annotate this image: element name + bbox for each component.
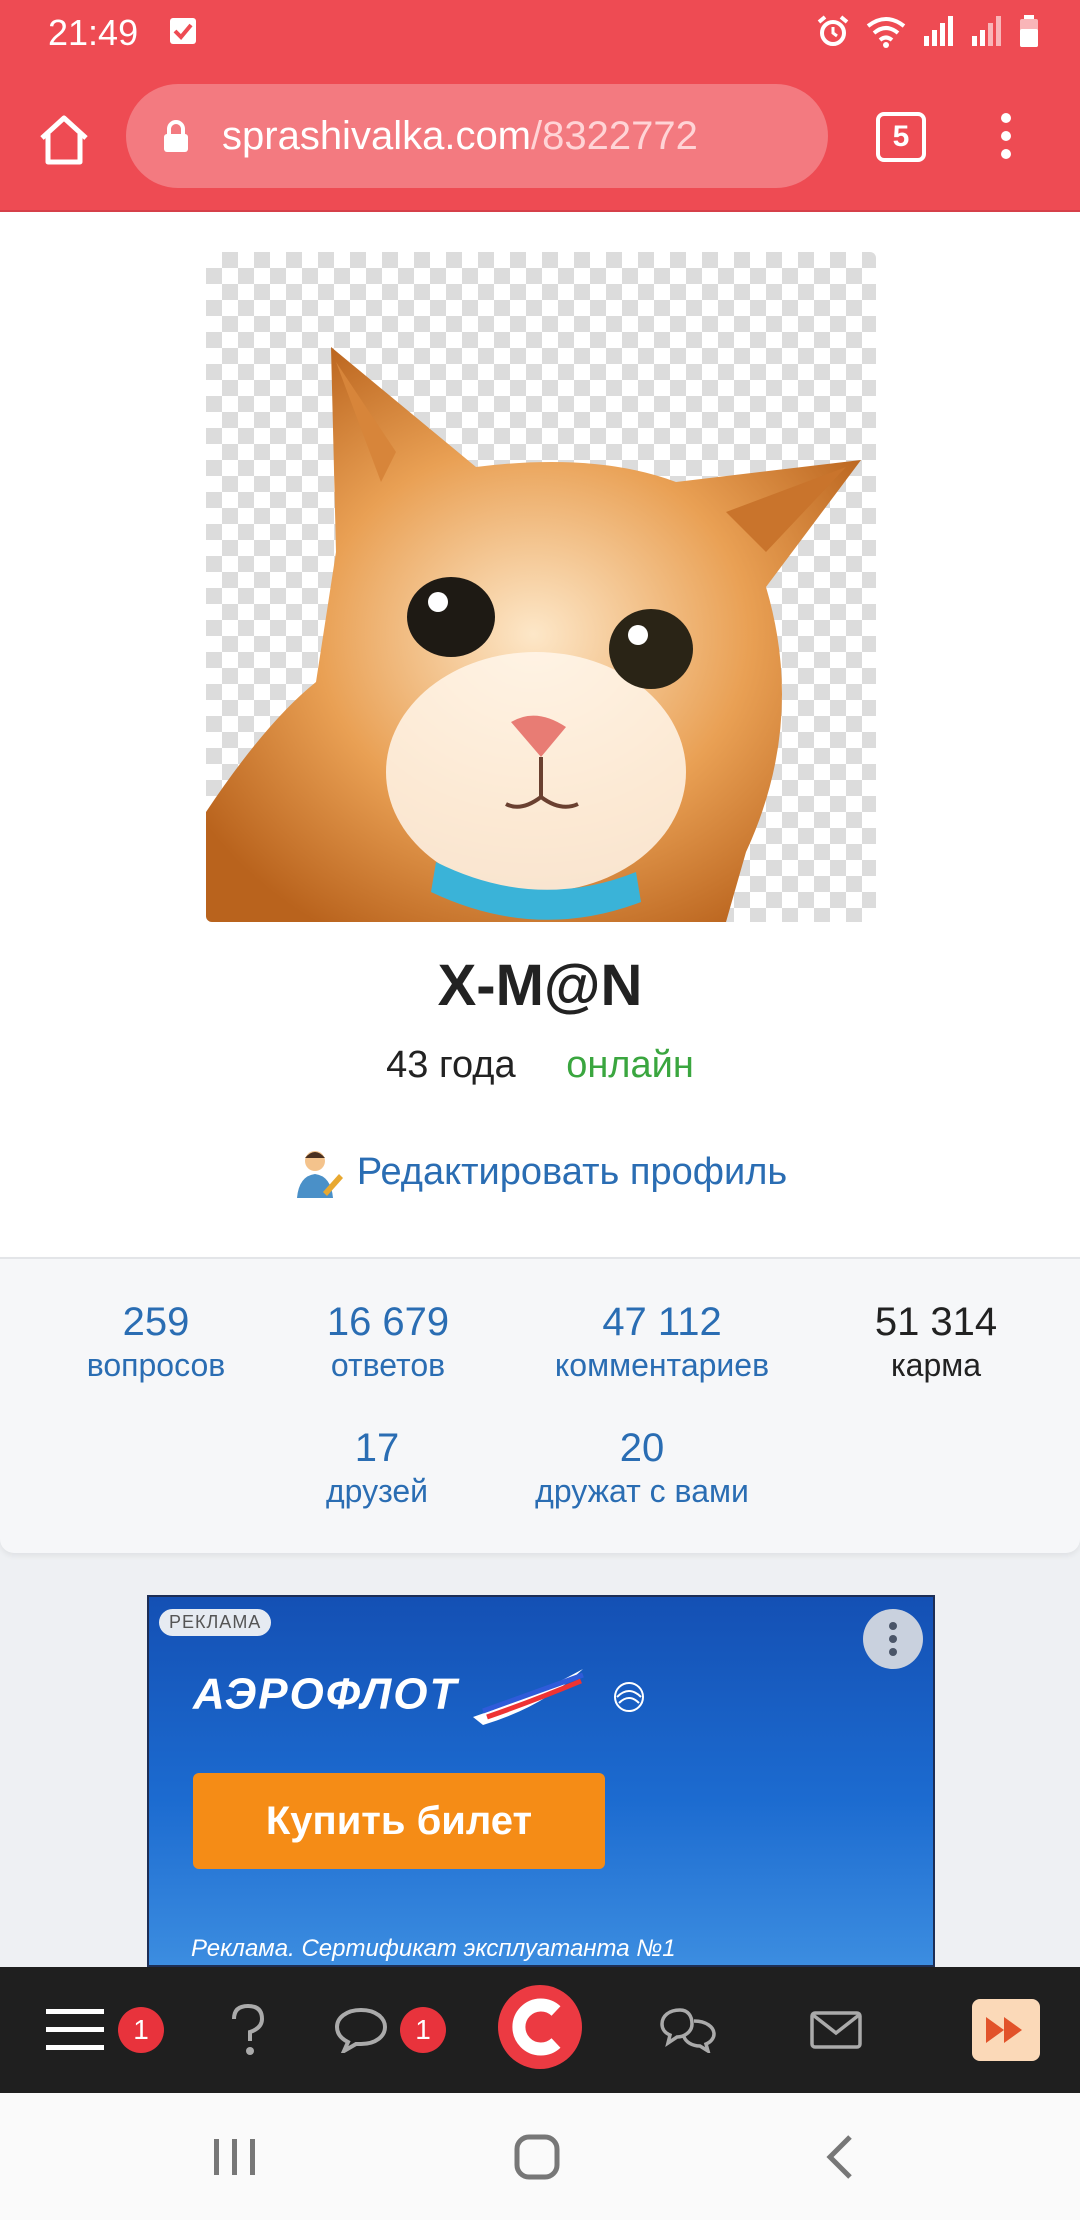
stat-value: 17: [354, 1426, 400, 1470]
chat-button[interactable]: 1: [334, 1967, 454, 2093]
menu-button[interactable]: 1: [40, 1967, 164, 2093]
lock-icon: [164, 120, 188, 152]
stat-value: 47 112: [602, 1300, 722, 1344]
ad-disclaimer: Реклама. Сертификат эксплуатанта №1: [191, 1935, 676, 1962]
mail-icon: [810, 2011, 862, 2049]
menu-badge: 1: [118, 2007, 164, 2053]
edit-profile-link[interactable]: Редактировать профиль: [0, 1148, 1080, 1200]
chat-icon: [334, 2007, 388, 2053]
home-icon: [40, 115, 88, 165]
ad-brand: АЭРОФЛОТ: [193, 1667, 651, 1727]
ad-tag: РЕКЛАМА: [159, 1609, 272, 1636]
stat-label: комментариев: [554, 1347, 770, 1383]
stat-label: вопросов: [86, 1347, 226, 1383]
ad-banner[interactable]: РЕКЛАМА АЭРОФЛОТ Купить билет Реклама. С…: [147, 1595, 935, 1967]
stat-comments[interactable]: 47 112 комментариев: [522, 1299, 802, 1385]
stat-followers[interactable]: 20 дружат с вами: [502, 1425, 782, 1511]
stat-answers[interactable]: 16 679 ответов: [288, 1299, 488, 1385]
edit-profile-label: Редактировать профиль: [356, 1151, 788, 1194]
stat-value: 16 679: [326, 1300, 450, 1344]
system-nav-bar: [0, 2093, 1080, 2220]
buy-ticket-button[interactable]: Купить билет: [193, 1773, 605, 1869]
alarm-icon: [817, 15, 849, 46]
signal-icon: [924, 16, 953, 46]
question-icon: [232, 2003, 265, 2055]
stat-label: карма: [890, 1347, 982, 1383]
back-icon[interactable]: [822, 2133, 858, 2181]
stat-questions[interactable]: 259 вопросов: [56, 1299, 256, 1385]
stat-value: 51 314: [874, 1300, 998, 1344]
stat-friends[interactable]: 17 друзей: [277, 1425, 477, 1511]
tabs-button[interactable]: 5: [876, 112, 926, 162]
profile-card: X-M@N 43 года онлайн Редактировать профи…: [0, 212, 1080, 1257]
stat-value: 20: [619, 1426, 665, 1470]
chat-badge: 1: [400, 2007, 446, 2053]
more-icon: [1001, 113, 1011, 159]
cat-avatar-image: [206, 347, 861, 922]
notification-check-icon: [170, 18, 196, 44]
signal-2-icon: [972, 16, 1001, 46]
home-nav-icon[interactable]: [513, 2133, 561, 2181]
questions-button[interactable]: [222, 1967, 272, 2093]
fast-forward-icon: [986, 2017, 1022, 2043]
stat-value: 259: [122, 1300, 190, 1344]
person-editing-icon: [293, 1148, 343, 1200]
status-bar: 21:49: [0, 0, 1080, 66]
address-bar[interactable]: sprashivalka.com/8322772: [126, 84, 828, 188]
home-button[interactable]: [34, 110, 94, 170]
status-time: 21:49: [48, 12, 139, 53]
browser-toolbar: sprashivalka.com/8322772 5: [0, 66, 1080, 212]
more-menu-button[interactable]: [990, 106, 1022, 166]
skyteam-icon: [613, 1682, 644, 1712]
url-path: /8322772: [531, 114, 698, 158]
aeroflot-wing-icon: [472, 1669, 584, 1725]
avatar[interactable]: [206, 252, 876, 922]
url-text: sprashivalka.com/8322772: [222, 114, 698, 159]
url-host: sprashivalka.com: [222, 114, 532, 158]
conversations-icon: [660, 2008, 716, 2053]
fast-forward-button[interactable]: [972, 1999, 1040, 2061]
status-icons: [816, 14, 1040, 48]
logo-icon: [512, 1998, 561, 2056]
ad-brand-name: АЭРОФЛОТ: [193, 1669, 459, 1719]
mail-button[interactable]: [810, 1967, 862, 2093]
wifi-icon: [866, 17, 906, 48]
online-status: онлайн: [566, 1044, 694, 1086]
stat-karma: 51 314 карма: [836, 1299, 1036, 1385]
site-toolbar: 1 1: [0, 1967, 1080, 2093]
stat-label: друзей: [325, 1473, 429, 1509]
profile-stats: 259 вопросов 16 679 ответов 47 112 комме…: [0, 1257, 1080, 1553]
username: X-M@N: [437, 953, 643, 1018]
recents-icon[interactable]: [210, 2135, 260, 2179]
user-age: 43 года: [386, 1044, 516, 1086]
site-logo-button[interactable]: [498, 1985, 582, 2069]
hamburger-icon: [46, 2009, 104, 2050]
conversations-button[interactable]: [660, 1967, 716, 2093]
more-icon: [889, 1622, 897, 1656]
profile-meta: 43 года онлайн: [0, 1044, 1080, 1087]
tab-count: 5: [892, 120, 910, 153]
battery-icon: [1020, 15, 1038, 47]
ad-options-button[interactable]: [863, 1609, 923, 1669]
stat-label: дружат с вами: [535, 1473, 749, 1509]
stat-label: ответов: [330, 1347, 446, 1383]
